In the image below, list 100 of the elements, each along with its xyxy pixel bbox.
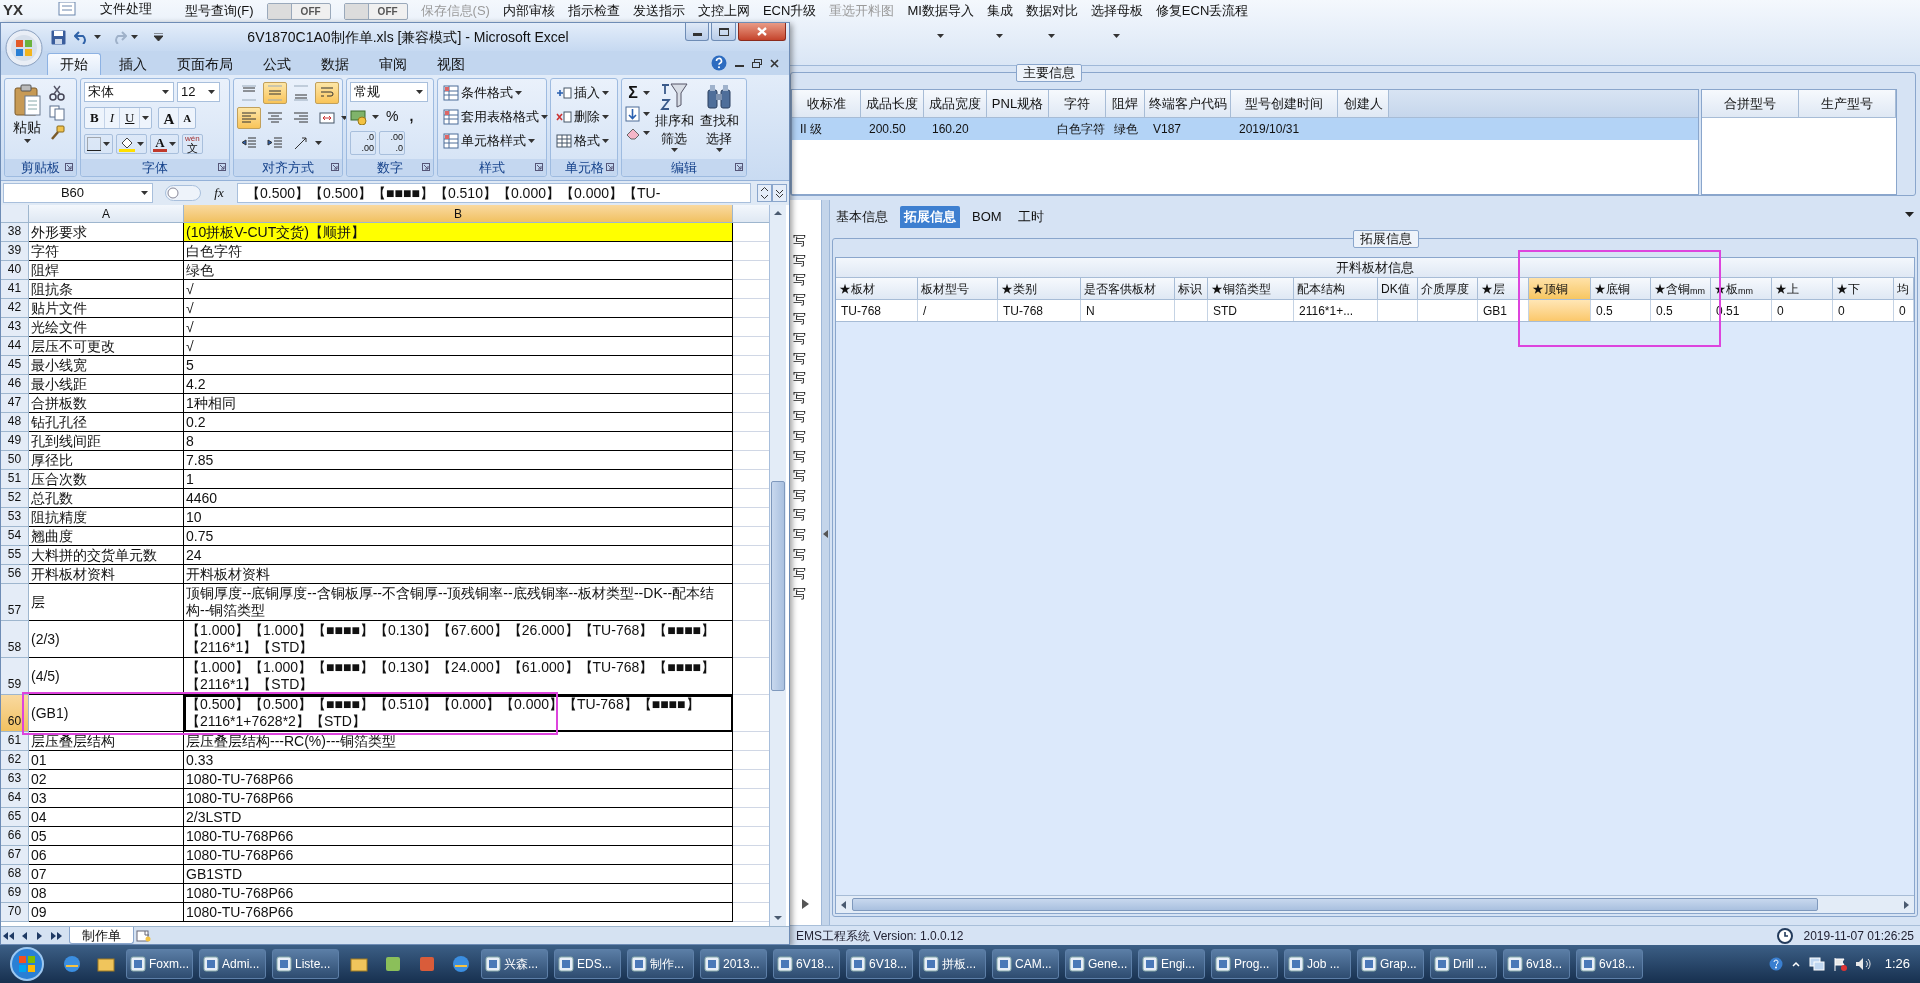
ribbon-tab[interactable]: 公式: [251, 53, 303, 75]
list-item[interactable]: 写: [793, 485, 821, 506]
phonetic-button[interactable]: wén 文: [182, 134, 203, 154]
ribbon-tab[interactable]: 审阅: [367, 53, 419, 75]
row-header[interactable]: 68: [1, 865, 29, 884]
taskbar-button[interactable]: CAM...: [992, 949, 1059, 979]
taskbar-button[interactable]: 2013...: [700, 949, 767, 979]
column-header[interactable]: A: [29, 205, 184, 222]
ribbon-tab[interactable]: 插入: [107, 53, 159, 75]
list-item[interactable]: 写: [793, 583, 821, 604]
row-header[interactable]: 67: [1, 846, 29, 865]
ribbon-tab[interactable]: 数据: [309, 53, 361, 75]
taskbar-button[interactable]: Foxm...: [126, 949, 193, 979]
list-item[interactable]: 写: [793, 524, 821, 545]
row-header[interactable]: 44: [1, 337, 29, 356]
row-header[interactable]: 41: [1, 280, 29, 299]
menu-item[interactable]: ECN升级: [762, 3, 817, 19]
ribbon-tab[interactable]: 页面布局: [165, 53, 245, 75]
row-header[interactable]: 54: [1, 527, 29, 546]
row-header[interactable]: 53: [1, 508, 29, 527]
list-item[interactable]: 写: [793, 446, 821, 467]
decimal-button[interactable]: .00 .0: [379, 131, 405, 155]
row-header[interactable]: 61: [1, 732, 29, 751]
insert-function-button[interactable]: fx: [207, 183, 231, 203]
row-header[interactable]: 47: [1, 394, 29, 413]
list-item[interactable]: 写: [793, 387, 821, 408]
list-item[interactable]: 写: [793, 426, 821, 447]
row-header[interactable]: 58: [1, 621, 29, 658]
menu-item[interactable]: 集成: [986, 3, 1013, 19]
toggle-switch[interactable]: OFF: [266, 3, 331, 20]
row-header[interactable]: 64: [1, 789, 29, 808]
list-item[interactable]: 写: [793, 250, 821, 271]
list-item[interactable]: 写: [793, 231, 821, 251]
list-item[interactable]: 写: [793, 544, 821, 565]
tab[interactable]: 工时: [1013, 206, 1048, 228]
format-button[interactable]: B: [85, 108, 105, 128]
format-button[interactable]: U: [120, 108, 141, 128]
list-item[interactable]: 写: [793, 289, 821, 310]
taskbar-button[interactable]: Admi...: [199, 949, 266, 979]
style-menu-button[interactable]: 条件格式: [441, 82, 550, 104]
row-header[interactable]: 69: [1, 884, 29, 903]
row-header[interactable]: 70: [1, 903, 29, 922]
list-item[interactable]: 写: [793, 328, 821, 349]
taskbar-clock[interactable]: 1:26: [1884, 954, 1910, 974]
menu-item[interactable]: 数据对比: [1025, 3, 1078, 19]
percent-button[interactable]: %: [383, 106, 402, 127]
row-header[interactable]: 63: [1, 770, 29, 789]
table-row[interactable]: II 级 200.50 160.20 白色字符 绿色 V187 2019/10/31: [792, 118, 1698, 140]
row-header[interactable]: 60: [1, 695, 29, 732]
taskbar-button[interactable]: 6V18...: [846, 949, 913, 979]
list-item[interactable]: 写: [793, 564, 821, 584]
list-item[interactable]: 写: [793, 466, 821, 486]
ribbon-tab[interactable]: 开始: [47, 53, 101, 75]
taskbar-button[interactable]: Drill ...: [1430, 949, 1497, 979]
taskbar-button[interactable]: 6V18...: [773, 949, 840, 979]
decimal-button[interactable]: .0 .00: [350, 131, 376, 155]
cell-menu-button[interactable]: 格式: [554, 130, 611, 152]
row-header[interactable]: 55: [1, 546, 29, 565]
row-header[interactable]: 50: [1, 451, 29, 470]
font-name-field[interactable]: 宋体: [84, 82, 174, 102]
name-box[interactable]: B60: [3, 183, 153, 203]
taskbar-button[interactable]: Grap...: [1357, 949, 1424, 979]
style-menu-button[interactable]: 单元格样式: [441, 130, 550, 152]
taskbar-button[interactable]: EDS...: [554, 949, 621, 979]
tab[interactable]: BOM: [968, 206, 1006, 228]
menu-item[interactable]: 文控上网: [697, 3, 750, 19]
row-header[interactable]: 40: [1, 261, 29, 280]
menu-item[interactable]: 修复ECN丢流程: [1155, 3, 1249, 19]
tab[interactable]: 拓展信息: [900, 206, 960, 228]
taskbar-button[interactable]: Engi...: [1138, 949, 1205, 979]
taskbar-button[interactable]: 6v18...: [1576, 949, 1643, 979]
list-item[interactable]: 写: [793, 348, 821, 369]
tab[interactable]: 基本信息: [832, 206, 892, 228]
menu-item[interactable]: 指示检查: [567, 3, 620, 19]
row-header[interactable]: 66: [1, 827, 29, 846]
list-item[interactable]: 写: [793, 270, 821, 290]
font-size-field[interactable]: 12: [177, 82, 220, 102]
taskbar-button[interactable]: 兴森...: [481, 949, 548, 979]
taskbar-button[interactable]: Prog...: [1211, 949, 1278, 979]
row-header[interactable]: 43: [1, 318, 29, 337]
cell-menu-button[interactable]: 删除: [554, 106, 611, 128]
ribbon-tab[interactable]: 视图: [425, 53, 477, 75]
row-header[interactable]: 62: [1, 751, 29, 770]
menu-item[interactable]: 文件处理: [100, 1, 152, 17]
shrink-font-button[interactable]: A: [179, 108, 196, 128]
row-header[interactable]: 56: [1, 565, 29, 584]
menu-item[interactable]: 型号查询(F): [185, 3, 254, 19]
paste-button[interactable]: 粘贴: [8, 82, 46, 159]
formula-field[interactable]: 【0.500】【0.500】【■■■■】【0.510】【0.000】【0.000】【TU-: [237, 183, 751, 203]
taskbar-button[interactable]: Gene...: [1065, 949, 1132, 979]
sheet-tab[interactable]: 制作单: [69, 927, 134, 944]
row-header[interactable]: 42: [1, 299, 29, 318]
menu-item[interactable]: 内部审核: [502, 3, 555, 19]
row-header[interactable]: 39: [1, 242, 29, 261]
menu-item[interactable]: 发送指示: [632, 3, 685, 19]
taskbar-button[interactable]: 6v18...: [1503, 949, 1570, 979]
row-header[interactable]: 38: [1, 223, 29, 242]
taskbar-button[interactable]: Liste...: [272, 949, 339, 979]
list-item[interactable]: 写: [793, 407, 821, 427]
menu-item[interactable]: MI数据导入: [907, 3, 974, 19]
